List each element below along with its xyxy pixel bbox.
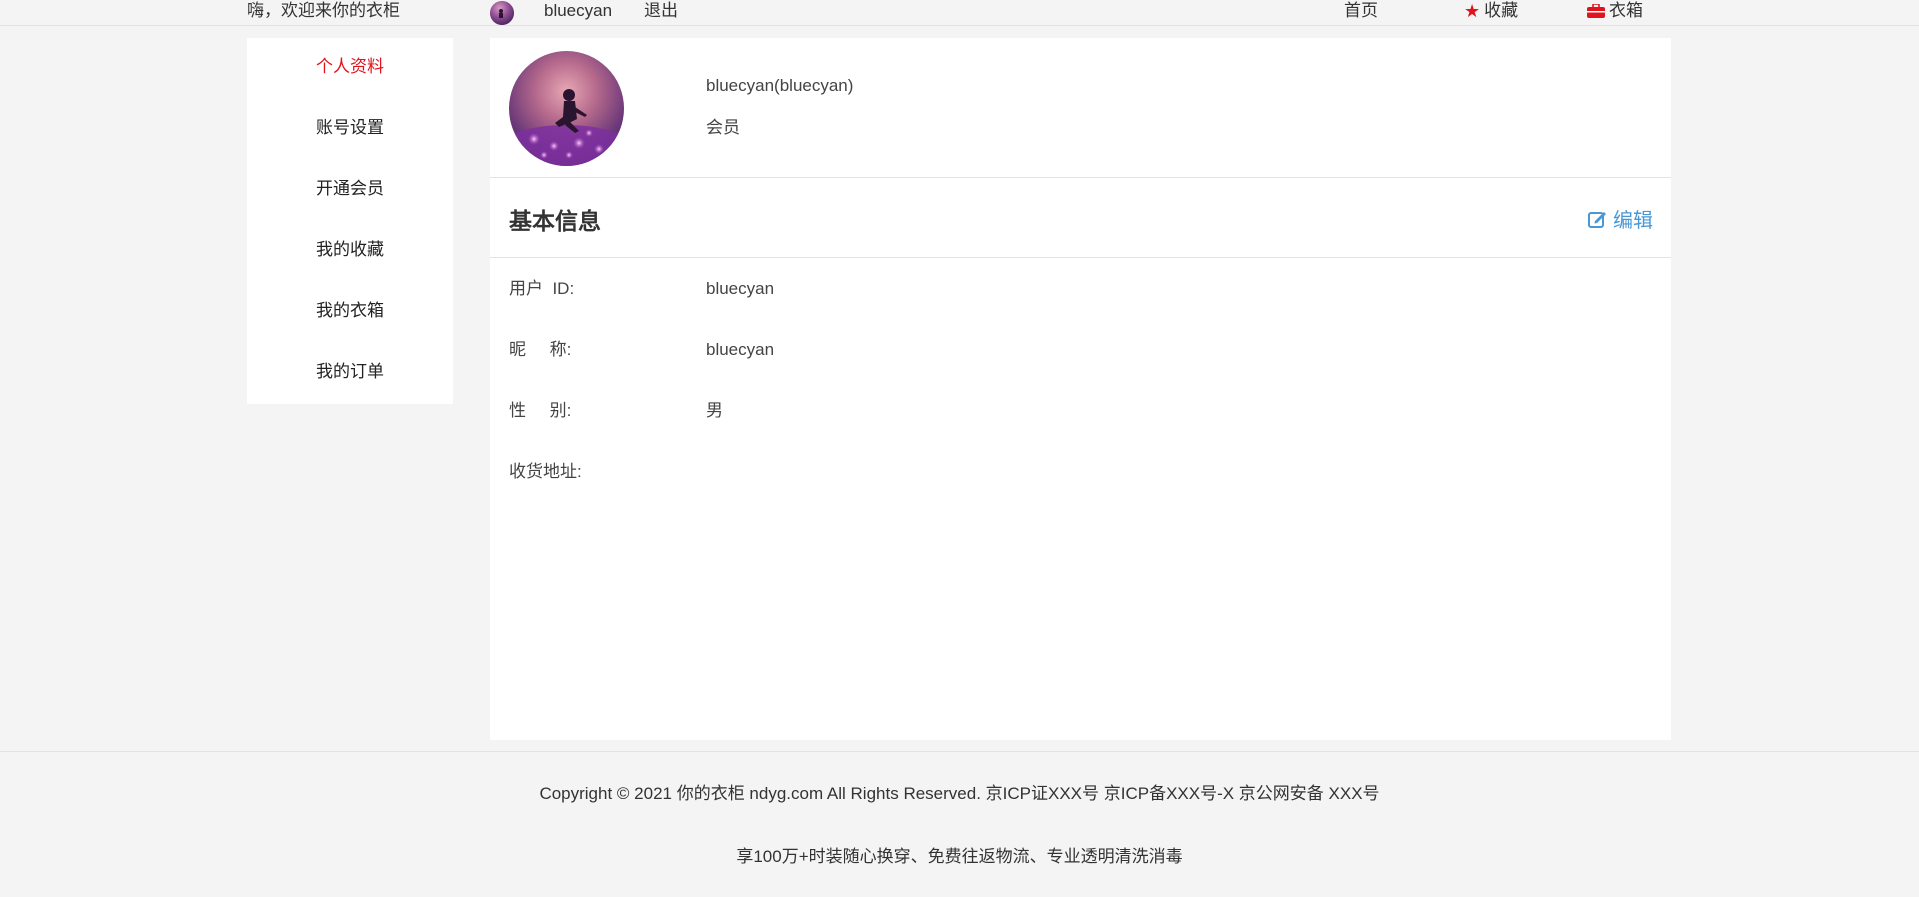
star-icon: ★ bbox=[1464, 1, 1481, 21]
info-label: 用户 ID: bbox=[509, 279, 575, 298]
footer: Copyright © 2021 你的衣柜 ndyg.com All Right… bbox=[0, 751, 1919, 897]
profile-header: bluecyan(bluecyan) 会员 bbox=[490, 38, 1671, 178]
profile-display-name: bluecyan(bluecyan) bbox=[706, 76, 854, 95]
suitcase-icon bbox=[1587, 4, 1605, 18]
info-label: 性 别: bbox=[509, 401, 572, 420]
nav-favorites-link[interactable]: ★ 收藏 bbox=[1464, 0, 1518, 22]
profile-member-level: 会员 bbox=[706, 118, 740, 137]
top-username[interactable]: bluecyan bbox=[544, 0, 612, 22]
sidebar-item-membership[interactable]: 开通会员 bbox=[247, 178, 453, 200]
avatar-image bbox=[490, 1, 514, 25]
sidebar-item-wardrobe[interactable]: 我的衣箱 bbox=[247, 300, 453, 322]
nav-favorites-label: 收藏 bbox=[1484, 1, 1519, 20]
logout-link[interactable]: 退出 bbox=[644, 0, 678, 22]
info-value: bluecyan bbox=[706, 340, 775, 359]
sidebar: 个人资料 账号设置 开通会员 我的收藏 我的衣箱 我的订单 bbox=[247, 38, 453, 404]
footer-slogan: 享100万+时装随心换穿、免费往返物流、专业透明清洗消毒 bbox=[736, 847, 1183, 866]
info-label: 收货地址: bbox=[509, 462, 582, 481]
edit-icon bbox=[1588, 211, 1606, 228]
nav-home-link[interactable]: 首页 bbox=[1344, 0, 1378, 22]
nav-wardrobe-link[interactable]: 衣箱 bbox=[1587, 0, 1643, 22]
profile-avatar[interactable] bbox=[509, 51, 624, 166]
info-value: bluecyan bbox=[706, 279, 775, 298]
edit-button[interactable]: 编辑 bbox=[1587, 204, 1653, 233]
welcome-text: 嗨，欢迎来你的衣柜 bbox=[247, 1, 400, 20]
edit-label: 编辑 bbox=[1613, 210, 1653, 232]
avatar-image bbox=[509, 51, 624, 166]
footer-copyright: Copyright © 2021 你的衣柜 ndyg.com All Right… bbox=[539, 784, 1380, 803]
basic-info-header: 基本信息 编辑 bbox=[490, 178, 1671, 258]
sidebar-item-orders[interactable]: 我的订单 bbox=[247, 361, 453, 383]
user-avatar[interactable] bbox=[490, 1, 514, 25]
top-bar: 嗨，欢迎来你的衣柜 bluecyan 退出 首页 ★ 收藏 衣箱 bbox=[0, 0, 1919, 26]
sidebar-item-account-settings[interactable]: 账号设置 bbox=[247, 117, 453, 139]
sidebar-item-profile[interactable]: 个人资料 bbox=[247, 56, 453, 78]
section-title: 基本信息 bbox=[509, 208, 601, 234]
info-label: 昵 称: bbox=[509, 340, 572, 359]
nav-wardrobe-label: 衣箱 bbox=[1609, 1, 1643, 20]
info-value: 男 bbox=[706, 401, 723, 420]
sidebar-item-favorites[interactable]: 我的收藏 bbox=[247, 239, 453, 261]
main-panel: bluecyan(bluecyan) 会员 基本信息 编辑 用户 ID: blu… bbox=[490, 38, 1671, 740]
